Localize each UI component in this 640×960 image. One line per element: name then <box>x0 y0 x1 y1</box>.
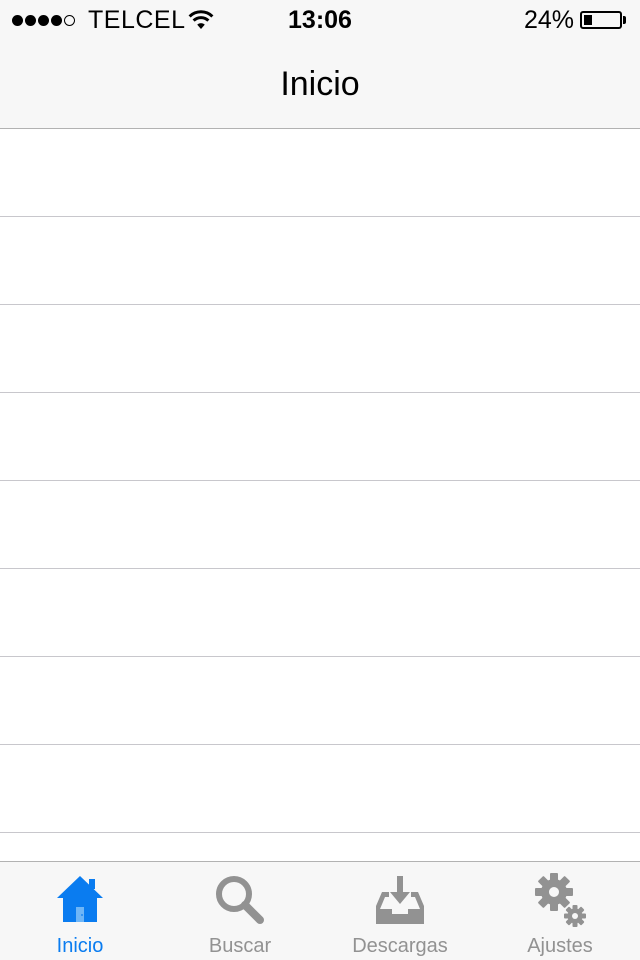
battery-icon <box>580 11 622 29</box>
signal-dot-empty <box>64 14 75 26</box>
tab-buscar[interactable]: Buscar <box>160 862 320 960</box>
signal-dot <box>12 14 23 26</box>
home-icon <box>57 876 103 922</box>
tab-label-descargas: Descargas <box>352 935 448 957</box>
signal-strength-icon <box>12 14 77 26</box>
screen: TELCEL 13:06 24% Inicio Inicio Buscar De… <box>0 0 640 960</box>
wifi-icon <box>188 10 214 29</box>
table-row[interactable] <box>0 745 640 833</box>
battery-percent: 24% <box>523 6 574 34</box>
tab-bar: Inicio Buscar Descargas Ajustes <box>0 861 640 960</box>
table-row[interactable] <box>0 393 640 481</box>
tab-label-buscar: Buscar <box>208 935 272 957</box>
battery-level <box>584 15 592 25</box>
download-tray-icon <box>376 876 424 924</box>
signal-dot <box>38 14 49 26</box>
tab-descargas[interactable]: Descargas <box>320 862 480 960</box>
table-row[interactable] <box>0 129 640 217</box>
gears-icon <box>535 873 586 927</box>
table-row[interactable] <box>0 833 640 861</box>
status-bar: TELCEL 13:06 24% <box>0 0 640 40</box>
navigation-bar: Inicio <box>0 40 640 129</box>
battery-tip <box>623 16 626 24</box>
table-row[interactable] <box>0 305 640 393</box>
tab-inicio[interactable]: Inicio <box>0 862 160 960</box>
table-row[interactable] <box>0 657 640 745</box>
table-view[interactable] <box>0 129 640 861</box>
signal-dot <box>51 14 62 26</box>
table-row[interactable] <box>0 569 640 657</box>
search-icon <box>216 876 264 924</box>
table-row[interactable] <box>0 481 640 569</box>
signal-dot <box>25 14 36 26</box>
tab-ajustes[interactable]: Ajustes <box>480 862 640 960</box>
table-row[interactable] <box>0 217 640 305</box>
carrier-name: TELCEL <box>88 6 186 34</box>
tab-label-inicio: Inicio <box>56 935 104 957</box>
tab-label-ajustes: Ajustes <box>527 935 593 957</box>
page-title: Inicio <box>280 65 360 103</box>
